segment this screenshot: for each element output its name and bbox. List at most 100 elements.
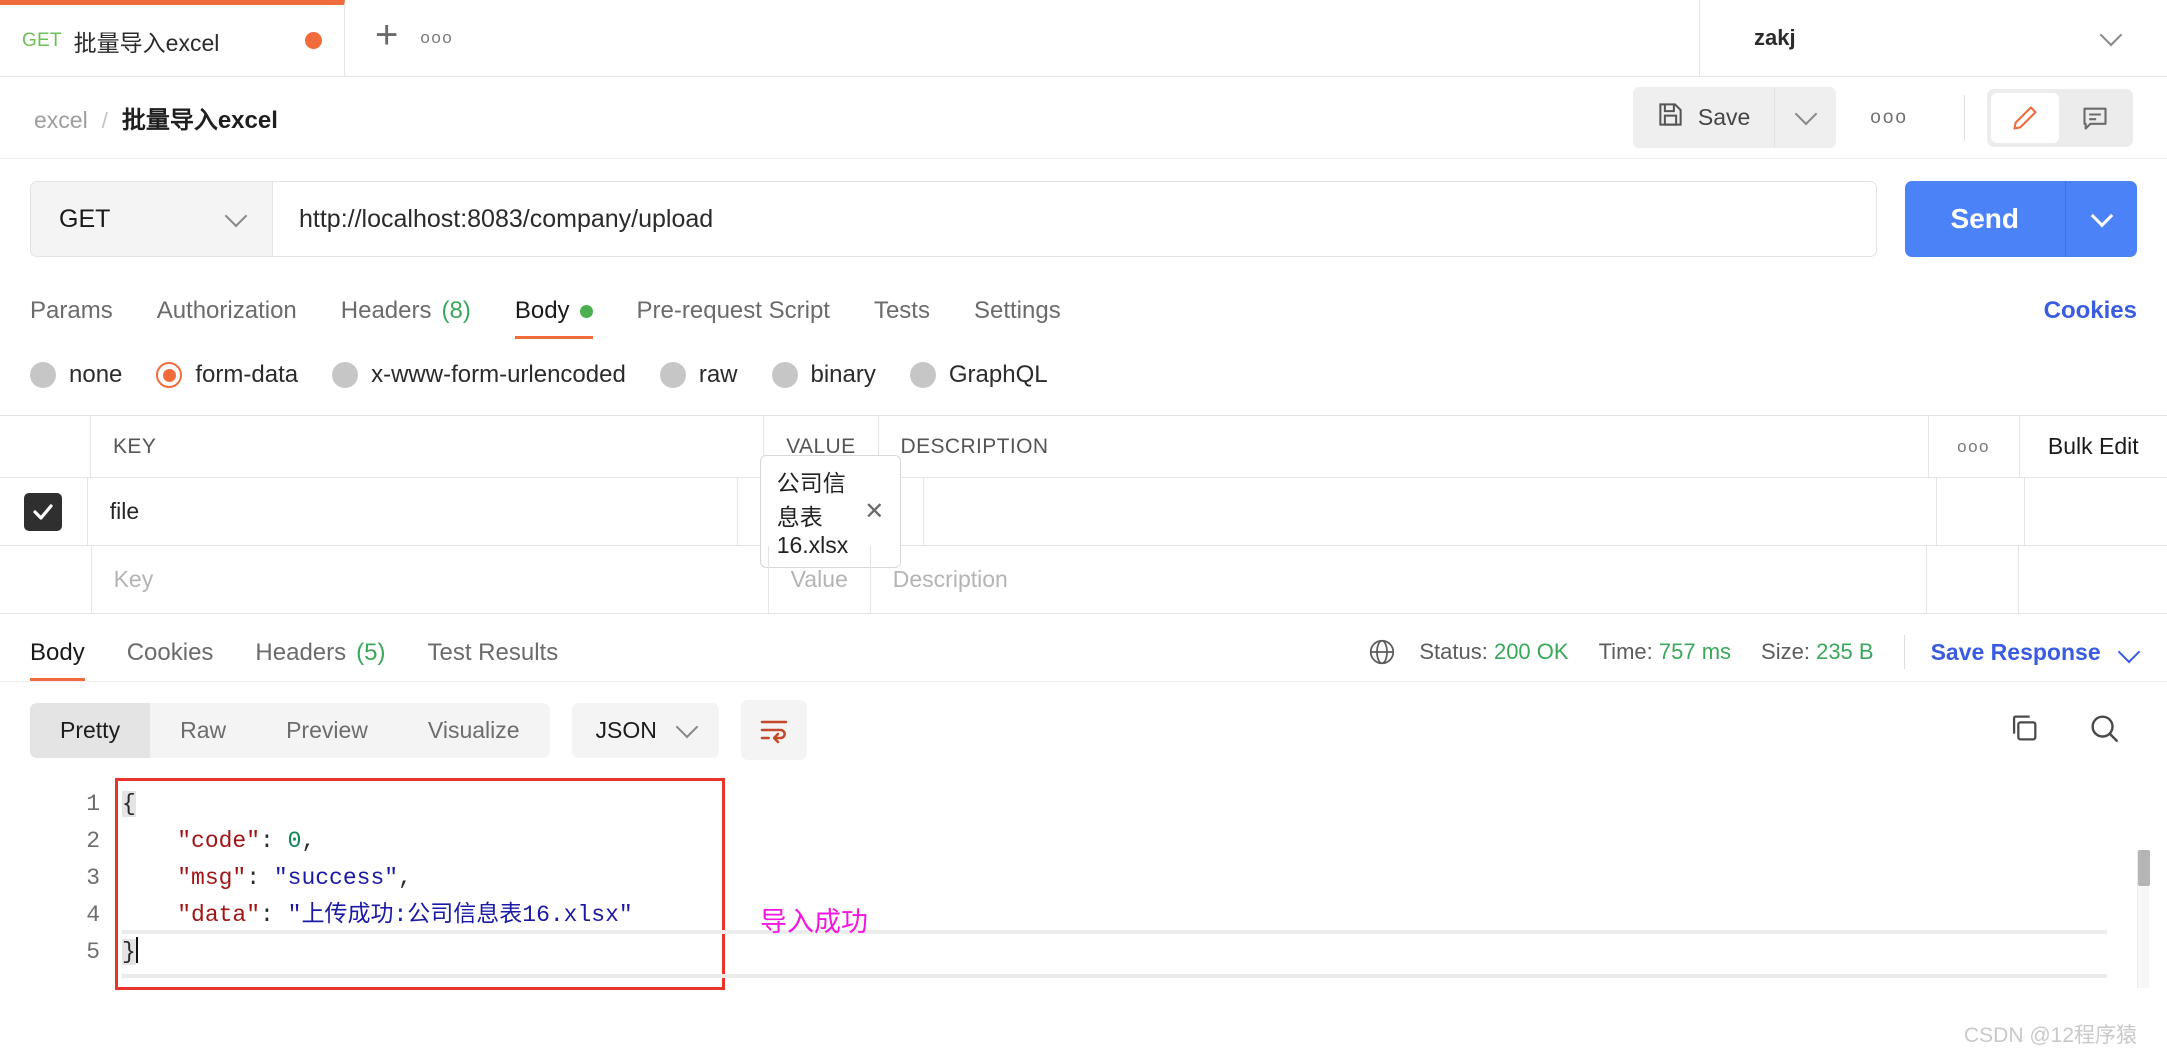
row-checkbox-cell	[0, 478, 88, 545]
workspace-selector[interactable]: zakj	[1700, 0, 2167, 76]
response-tab-test-results[interactable]: Test Results	[427, 639, 558, 681]
response-json-code[interactable]: { "code": 0, "msg": "success", "data": "…	[122, 786, 633, 971]
tab-headers[interactable]: Headers (8)	[341, 297, 471, 339]
copy-icon[interactable]	[2007, 711, 2041, 750]
search-icon[interactable]	[2087, 711, 2121, 750]
pencil-icon[interactable]	[1991, 92, 2059, 143]
request-tabs-list: Params Authorization Headers (8) Body Pr…	[30, 297, 2044, 339]
table-row: file 公司信息表16.xlsx ✕	[0, 455, 2167, 568]
response-tabs-list: Body Cookies Headers (5) Test Results	[30, 639, 1367, 681]
breadcrumb-parent[interactable]: excel	[34, 107, 88, 134]
save-button[interactable]: Save	[1632, 87, 1775, 148]
new-tab-icon[interactable]: +	[375, 15, 398, 61]
response-actions	[2007, 711, 2137, 750]
view-visualize[interactable]: Visualize	[398, 703, 550, 758]
radio-icon	[659, 362, 686, 388]
tab-settings[interactable]: Settings	[974, 297, 1061, 339]
empty-row-key-input[interactable]: Key	[92, 546, 769, 613]
body-present-dot-icon	[579, 304, 593, 318]
response-tab-body[interactable]: Body	[30, 639, 85, 681]
body-type-none[interactable]: none	[30, 361, 122, 389]
form-data-table: KEY VALUE DESCRIPTION ooo Bulk Edit file…	[0, 415, 2167, 614]
code-token: :	[260, 828, 288, 854]
view-preview[interactable]: Preview	[256, 703, 398, 758]
send-options-button[interactable]	[2065, 181, 2137, 257]
empty-row-value-input[interactable]: Value	[769, 546, 871, 613]
body-type-graphql-label: GraphQL	[948, 361, 1048, 388]
bulk-edit-button[interactable]: Bulk Edit	[2018, 416, 2167, 477]
code-token: ,	[301, 828, 316, 854]
header-cell-checkbox	[0, 416, 92, 477]
row-checkbox[interactable]	[24, 492, 63, 531]
tab-params[interactable]: Params	[30, 297, 113, 339]
row-value-cell[interactable]: 公司信息表16.xlsx ✕	[738, 455, 925, 568]
line-number: 4	[86, 902, 100, 928]
code-token: :	[260, 902, 288, 928]
http-method-select[interactable]: GET	[30, 181, 272, 257]
save-button-label: Save	[1697, 104, 1751, 130]
tab-pre-request-script[interactable]: Pre-request Script	[637, 297, 830, 339]
tab-body-label: Body	[514, 297, 570, 324]
time-value: 757 ms	[1658, 639, 1732, 664]
response-language-value: JSON	[595, 716, 657, 743]
code-token: "code"	[177, 828, 261, 854]
tab-strip-more-icon[interactable]: ooo	[420, 28, 453, 48]
save-options-button[interactable]	[1774, 87, 1837, 148]
response-tab-cookies[interactable]: Cookies	[127, 639, 214, 681]
response-tab-headers-label: Headers	[255, 639, 347, 666]
response-meta: Status: 200 OK Time: 757 ms Size: 235 B …	[1367, 635, 2141, 681]
header-key-label: KEY	[113, 434, 157, 458]
row-description-cell[interactable]	[924, 478, 1936, 545]
response-body-viewer: 1 2 3 4 5 { "code": 0, "msg": "success",…	[0, 778, 2167, 1063]
line-number: 3	[86, 865, 100, 891]
code-token: {	[122, 791, 136, 817]
status-label: Status:	[1419, 639, 1488, 664]
chevron-down-icon	[2090, 204, 2113, 227]
cookies-link[interactable]: Cookies	[2044, 297, 2137, 339]
empty-row-description-input[interactable]: Description	[871, 546, 1926, 613]
code-line: "msg": "success",	[122, 860, 633, 897]
tab-pre-request-script-label: Pre-request Script	[636, 297, 830, 324]
row-more-cell	[1936, 478, 2024, 545]
status-value: 200 OK	[1493, 639, 1569, 664]
tab-tests[interactable]: Tests	[874, 297, 930, 339]
tab-authorization[interactable]: Authorization	[157, 297, 297, 339]
request-more-icon[interactable]: ooo	[1836, 107, 1942, 129]
chevron-down-icon	[675, 715, 699, 738]
table-more-icon[interactable]: ooo	[1927, 416, 2019, 477]
empty-row-value-placeholder: Value	[790, 566, 848, 592]
breadcrumb-separator: /	[101, 108, 108, 133]
code-token: :	[246, 865, 274, 891]
divider	[1903, 635, 1905, 669]
body-type-graphql[interactable]: GraphQL	[909, 361, 1048, 389]
response-tab-headers[interactable]: Headers (5)	[255, 639, 385, 681]
body-type-x-www-form-urlencoded[interactable]: x-www-form-urlencoded	[332, 361, 626, 389]
body-type-form-data[interactable]: form-data	[156, 361, 298, 389]
body-type-binary-label: binary	[810, 361, 876, 388]
empty-row-description-placeholder: Description	[892, 566, 1008, 592]
url-bar: GET http://localhost:8083/company/upload…	[0, 159, 2167, 277]
chevron-down-icon	[2117, 640, 2141, 663]
code-line: {	[122, 786, 633, 823]
row-key-cell[interactable]: file	[88, 478, 738, 545]
view-pretty[interactable]: Pretty	[30, 702, 151, 758]
body-type-raw[interactable]: raw	[659, 361, 738, 389]
scrollbar-thumb[interactable]	[2138, 850, 2150, 886]
code-token: }	[122, 939, 136, 965]
tab-body[interactable]: Body	[514, 297, 593, 339]
response-vertical-scrollbar[interactable]	[2137, 850, 2150, 988]
response-language-select[interactable]: JSON	[571, 702, 719, 758]
save-response-button[interactable]: Save Response	[1931, 639, 2141, 666]
breadcrumb-actions: Save ooo	[1632, 87, 2133, 148]
remove-file-icon[interactable]: ✕	[864, 499, 884, 524]
comment-icon[interactable]	[2061, 93, 2129, 143]
body-type-binary[interactable]: binary	[771, 361, 876, 389]
url-input[interactable]: http://localhost:8083/company/upload	[272, 181, 1877, 257]
view-raw[interactable]: Raw	[150, 703, 256, 758]
send-button[interactable]: Send	[1904, 181, 2065, 257]
request-tab-batch-import-excel[interactable]: GET 批量导入excel	[0, 0, 345, 76]
view-toggle-group	[1987, 88, 2133, 147]
word-wrap-icon[interactable]	[740, 700, 807, 760]
code-line: }	[122, 934, 633, 971]
